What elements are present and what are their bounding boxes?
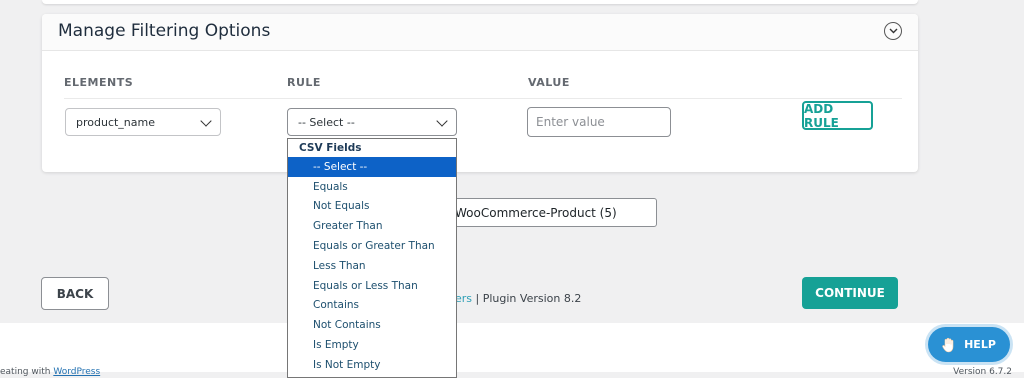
help-button[interactable]: HELP [928,327,1010,362]
plugin-version-line: ers | Plugin Version 8.2 [455,292,581,305]
plugin-version-text: | Plugin Version 8.2 [472,292,582,305]
dropdown-option[interactable]: -- Select -- [288,157,456,177]
chevron-down-icon [200,115,212,127]
dropdown-option[interactable]: Equals or Greater Than [288,236,456,256]
value-input-placeholder: Enter value [536,115,605,129]
dropdown-option[interactable]: Equals or Less Than [288,276,456,296]
dropdown-option[interactable]: Contains [288,296,456,316]
dropdown-option[interactable]: Greater Than [288,216,456,236]
column-header-rule: RULE [287,76,321,89]
rule-dropdown-list[interactable]: CSV Fields -- Select -- Equals Not Equal… [287,138,457,378]
add-rule-button[interactable]: ADD RULE [802,101,873,130]
module-select-box[interactable]: WooCommerce-Product (5) [444,198,657,227]
footer-link[interactable]: ers [455,292,472,305]
rule-select-value: -- Select -- [298,115,355,129]
column-header-value: VALUE [528,76,570,89]
continue-button[interactable]: CONTINUE [802,277,898,309]
wp-footer-credit-text: eating with [0,367,54,377]
wp-version: Version 6.7.2 [953,367,1012,377]
panel-title: Manage Filtering Options [58,21,271,41]
dropdown-option[interactable]: Less Than [288,256,456,276]
element-select-value: product_name [76,115,156,129]
module-select-text: WooCommerce-Product (5) [455,205,617,220]
dropdown-option[interactable]: Not Equals [288,197,456,217]
previous-panel-edge [42,0,918,4]
dropdown-option[interactable]: Not Contains [288,315,456,335]
hand-icon [942,337,954,352]
wp-footer-credit: eating with WordPress [0,367,100,377]
element-select[interactable]: product_name [65,108,221,136]
wp-footer [0,323,1024,372]
wordpress-link[interactable]: WordPress [53,367,100,377]
header-divider [64,98,902,99]
dropdown-option[interactable]: Equals [288,177,456,197]
rule-select[interactable]: -- Select -- [287,108,457,136]
value-input[interactable]: Enter value [527,107,671,137]
chevron-down-icon [436,115,448,127]
column-header-elements: ELEMENTS [64,76,134,89]
manage-filtering-panel: Manage Filtering Options ELEMENTS RULE V… [42,14,918,172]
dropdown-option[interactable]: Is Empty [288,335,456,355]
collapse-button[interactable] [884,22,902,40]
chevron-down-icon [889,28,897,34]
help-label: HELP [964,338,996,351]
back-button[interactable]: BACK [41,277,109,310]
panel-header: Manage Filtering Options [42,14,918,51]
dropdown-group-label: CSV Fields [299,142,362,154]
